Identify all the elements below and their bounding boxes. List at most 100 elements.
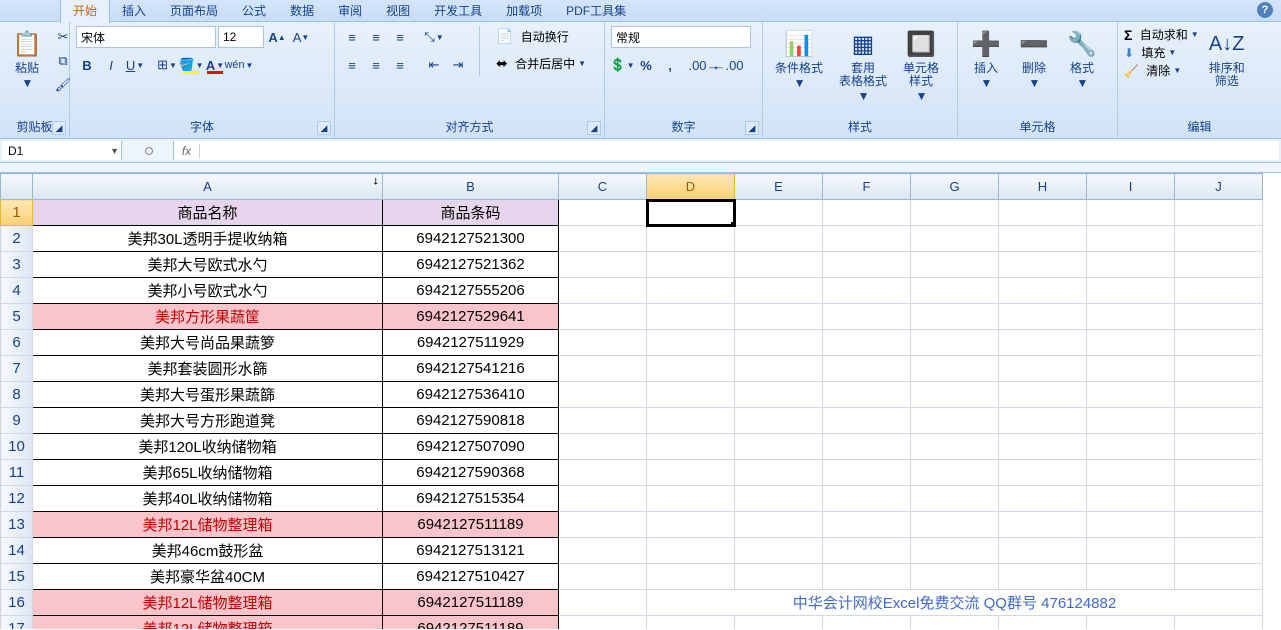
cell[interactable]: 中华会计网校Excel免费交流 QQ群号 476124882 bbox=[647, 590, 1263, 616]
cell[interactable] bbox=[999, 408, 1087, 434]
row-header[interactable]: 1 bbox=[1, 200, 33, 226]
tab-视图[interactable]: 视图 bbox=[374, 0, 422, 23]
row-header[interactable]: 7 bbox=[1, 356, 33, 382]
cell[interactable] bbox=[1175, 434, 1263, 460]
cell[interactable] bbox=[999, 616, 1087, 630]
cell[interactable]: 6942127513121 bbox=[383, 538, 559, 564]
cell[interactable] bbox=[911, 278, 999, 304]
decrease-indent-button[interactable]: ⇤ bbox=[423, 54, 445, 76]
cell[interactable] bbox=[999, 304, 1087, 330]
align-right-button[interactable]: ≡ bbox=[389, 54, 411, 76]
cell[interactable] bbox=[735, 564, 823, 590]
cell[interactable] bbox=[823, 486, 911, 512]
cell[interactable] bbox=[1175, 356, 1263, 382]
tab-插入[interactable]: 插入 bbox=[110, 0, 158, 23]
cell[interactable] bbox=[1175, 486, 1263, 512]
merge-center-button[interactable]: ⬌ 合并后居中▼ bbox=[490, 53, 592, 74]
cell[interactable] bbox=[735, 382, 823, 408]
cell[interactable]: 美邦12L储物整理箱 bbox=[33, 590, 383, 616]
phonetic-button[interactable]: wén▼ bbox=[228, 54, 250, 76]
cell[interactable] bbox=[999, 538, 1087, 564]
cell[interactable] bbox=[911, 252, 999, 278]
col-header-C[interactable]: C bbox=[559, 174, 647, 200]
conditional-format-button[interactable]: 📊条件格式▼ bbox=[769, 26, 829, 92]
cell[interactable] bbox=[559, 486, 647, 512]
cell[interactable]: 6942127511189 bbox=[383, 512, 559, 538]
number-format-combo[interactable] bbox=[611, 26, 751, 48]
cell[interactable] bbox=[647, 616, 735, 630]
cell[interactable]: 6942127510427 bbox=[383, 564, 559, 590]
cell[interactable] bbox=[559, 330, 647, 356]
row-header[interactable]: 16 bbox=[1, 590, 33, 616]
cell[interactable] bbox=[1087, 538, 1175, 564]
cell[interactable] bbox=[999, 460, 1087, 486]
cell[interactable] bbox=[1175, 408, 1263, 434]
col-header-H[interactable]: H bbox=[999, 174, 1087, 200]
col-header-G[interactable]: G bbox=[911, 174, 999, 200]
cell[interactable] bbox=[647, 200, 735, 226]
font-color-button[interactable]: A▼ bbox=[204, 54, 226, 76]
accounting-button[interactable]: 💲▼ bbox=[611, 54, 633, 76]
cell[interactable] bbox=[823, 616, 911, 630]
cell[interactable] bbox=[1087, 486, 1175, 512]
shrink-font-button[interactable]: A▼ bbox=[290, 26, 312, 48]
cell[interactable] bbox=[999, 382, 1087, 408]
row-header[interactable]: 3 bbox=[1, 252, 33, 278]
cell[interactable] bbox=[1087, 564, 1175, 590]
row-header[interactable]: 11 bbox=[1, 460, 33, 486]
fill-button[interactable]: ⬇ 填充▼ bbox=[1124, 44, 1199, 61]
cell[interactable] bbox=[999, 278, 1087, 304]
cell[interactable] bbox=[1175, 460, 1263, 486]
cell[interactable] bbox=[1175, 200, 1263, 226]
spreadsheet-grid[interactable]: ABCDEFGHIJ1商品名称商品条码2美邦30L透明手提收纳箱69421275… bbox=[0, 173, 1281, 629]
cell[interactable] bbox=[559, 304, 647, 330]
cell[interactable]: 美邦65L收纳储物箱 bbox=[33, 460, 383, 486]
cell[interactable] bbox=[735, 408, 823, 434]
cell[interactable] bbox=[647, 226, 735, 252]
fx-button[interactable]: fx bbox=[174, 144, 200, 158]
cell[interactable]: 6942127521300 bbox=[383, 226, 559, 252]
cell[interactable] bbox=[647, 252, 735, 278]
formula-input[interactable] bbox=[200, 143, 1279, 158]
cell[interactable] bbox=[735, 278, 823, 304]
cell[interactable] bbox=[647, 330, 735, 356]
cell[interactable] bbox=[999, 200, 1087, 226]
cell[interactable] bbox=[999, 512, 1087, 538]
tab-数据[interactable]: 数据 bbox=[278, 0, 326, 23]
cell[interactable] bbox=[1175, 512, 1263, 538]
cell[interactable] bbox=[999, 564, 1087, 590]
row-header[interactable]: 5 bbox=[1, 304, 33, 330]
cell[interactable] bbox=[823, 356, 911, 382]
cell[interactable] bbox=[647, 356, 735, 382]
cell[interactable] bbox=[647, 538, 735, 564]
cell[interactable]: 6942127511189 bbox=[383, 616, 559, 630]
cell[interactable] bbox=[647, 434, 735, 460]
cell[interactable] bbox=[1087, 616, 1175, 630]
cell[interactable]: 6942127529641 bbox=[383, 304, 559, 330]
cell[interactable] bbox=[1087, 226, 1175, 252]
cell[interactable] bbox=[647, 382, 735, 408]
delete-cells-button[interactable]: ➖删除▼ bbox=[1012, 26, 1056, 92]
cell[interactable]: 美邦40L收纳储物箱 bbox=[33, 486, 383, 512]
cell[interactable] bbox=[1087, 382, 1175, 408]
cell[interactable] bbox=[1087, 408, 1175, 434]
cell[interactable] bbox=[911, 226, 999, 252]
col-header-I[interactable]: I bbox=[1087, 174, 1175, 200]
tab-开始[interactable]: 开始 bbox=[60, 0, 110, 23]
cell[interactable] bbox=[559, 590, 647, 616]
cell[interactable] bbox=[647, 564, 735, 590]
cell[interactable] bbox=[999, 486, 1087, 512]
cell[interactable] bbox=[559, 616, 647, 630]
tab-加载项[interactable]: 加载项 bbox=[494, 0, 554, 23]
cell[interactable] bbox=[559, 538, 647, 564]
align-bottom-button[interactable]: ≡ bbox=[389, 26, 411, 48]
tab-公式[interactable]: 公式 bbox=[230, 0, 278, 23]
cell[interactable] bbox=[735, 330, 823, 356]
cell[interactable] bbox=[1175, 278, 1263, 304]
cell[interactable] bbox=[735, 252, 823, 278]
cell[interactable] bbox=[823, 538, 911, 564]
cell[interactable] bbox=[1175, 382, 1263, 408]
autosum-button[interactable]: Σ 自动求和▼ bbox=[1124, 26, 1199, 43]
cell[interactable] bbox=[559, 356, 647, 382]
tab-审阅[interactable]: 审阅 bbox=[326, 0, 374, 23]
